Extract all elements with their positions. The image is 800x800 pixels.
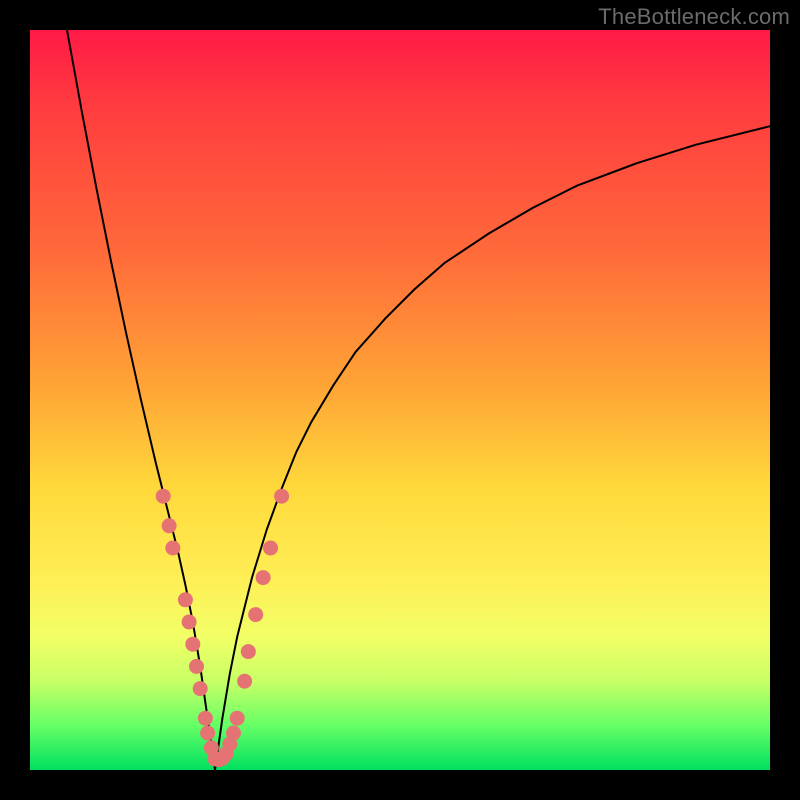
data-point-marker (241, 644, 256, 659)
data-point-marker (162, 518, 177, 533)
data-point-marker (274, 489, 289, 504)
chart-overlay (30, 30, 770, 770)
curve-right-branch (215, 126, 770, 770)
data-point-marker (263, 541, 278, 556)
data-point-marker (189, 659, 204, 674)
data-point-marker (178, 592, 193, 607)
data-point-marker (230, 711, 245, 726)
data-point-marker (237, 674, 252, 689)
data-point-marker (165, 541, 180, 556)
data-point-marker (185, 637, 200, 652)
data-point-marker (200, 726, 215, 741)
curve-left-branch (67, 30, 215, 770)
data-point-marker (182, 615, 197, 630)
data-point-marker (193, 681, 208, 696)
data-point-marker (198, 711, 213, 726)
watermark-text: TheBottleneck.com (598, 4, 790, 30)
data-point-marker (226, 726, 241, 741)
chart-stage: TheBottleneck.com (0, 0, 800, 800)
marker-group (156, 489, 289, 767)
data-point-marker (256, 570, 271, 585)
data-point-marker (248, 607, 263, 622)
data-point-marker (156, 489, 171, 504)
plot-area (30, 30, 770, 770)
